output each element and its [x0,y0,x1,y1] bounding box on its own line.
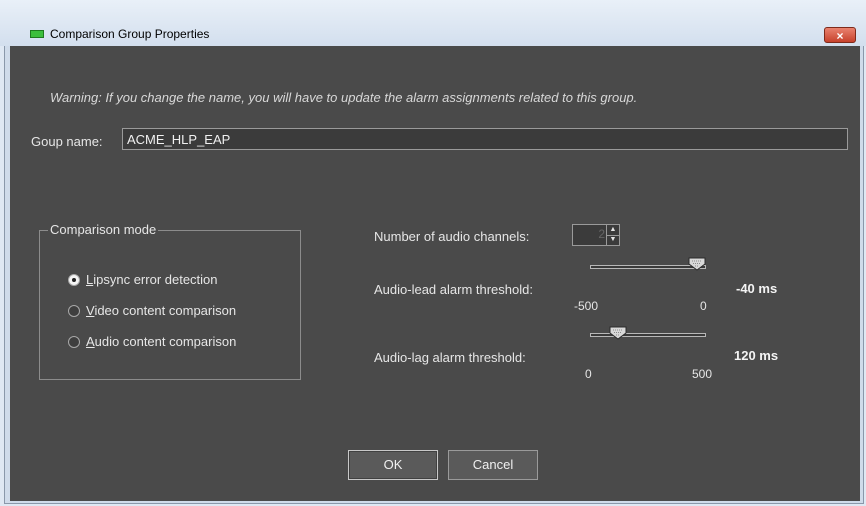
lipsync-radio[interactable] [68,274,80,286]
mnemonic: A [86,334,95,349]
video-comparison-radio[interactable] [68,305,80,317]
window-title: Comparison Group Properties [50,27,210,41]
dialog-content: Warning: If you change the name, you wil… [10,46,860,501]
audio-channels-value: 2 [598,227,605,241]
spinner-down-icon[interactable]: ▼ [607,235,619,245]
audio-lag-slider-track[interactable] [590,333,706,337]
audio-lead-label: Audio-lead alarm threshold: [374,282,533,297]
ok-button[interactable]: OK [348,450,438,480]
audio-channels-label: Number of audio channels: [374,229,530,244]
audio-lead-min-tick: -500 [574,299,599,313]
label-text: ipsync error detection [93,272,218,287]
audio-lag-value: 120 ms [734,348,779,363]
audio-channels-spinner[interactable]: 2 ▲ ▼ [572,224,620,246]
cancel-button[interactable]: Cancel [448,450,538,480]
audio-lag-max-tick: 500 [692,367,713,381]
audio-lead-max-tick: 0 [700,299,707,313]
label-text: udio content comparison [94,334,237,349]
close-icon: × [836,29,844,43]
title-bar[interactable]: Comparison Group Properties × [0,0,866,46]
audio-lag-slider-thumb[interactable] [609,326,627,340]
group-name-input[interactable] [122,128,848,150]
video-comparison-radio-label[interactable]: Video content comparison [86,303,236,318]
lipsync-radio-label[interactable]: Lipsync error detection [86,272,218,287]
label-text: ideo content comparison [94,303,237,318]
comparison-mode-legend: Comparison mode [48,222,159,237]
audio-lag-min-tick: 0 [585,367,592,381]
spinner-buttons: ▲ ▼ [606,225,619,245]
audio-lead-value: -40 ms [736,281,778,296]
audio-lead-slider-thumb[interactable] [688,257,706,271]
group-name-label: Goup name: [31,134,103,149]
warning-text: Warning: If you change the name, you wil… [50,90,638,105]
audio-lag-label: Audio-lag alarm threshold: [374,350,526,365]
audio-comparison-radio[interactable] [68,336,80,348]
close-button[interactable]: × [824,27,856,43]
audio-comparison-radio-label[interactable]: Audio content comparison [86,334,236,349]
app-icon [30,30,44,38]
